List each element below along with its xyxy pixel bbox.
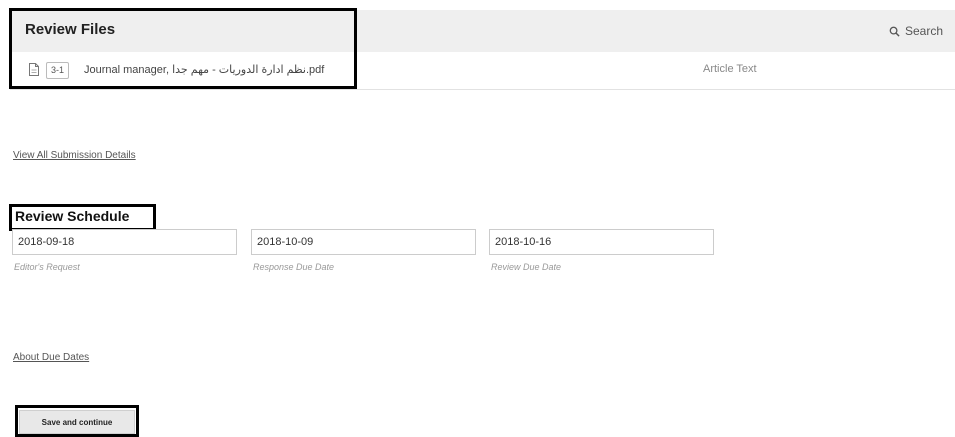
review-due-date-input[interactable] bbox=[489, 229, 714, 255]
file-id-badge: 3-1 bbox=[46, 62, 70, 79]
search-label: Search bbox=[904, 24, 943, 38]
document-icon bbox=[29, 63, 39, 76]
review-due-date-label: Review Due Date bbox=[491, 262, 562, 272]
review-files-title: Review Files bbox=[25, 21, 116, 38]
review-files-header: Review Files Search bbox=[10, 10, 955, 52]
editors-request-label: Editor's Request bbox=[14, 262, 80, 272]
response-due-date-input[interactable] bbox=[251, 229, 476, 255]
search-button[interactable]: Search bbox=[889, 24, 943, 38]
file-genre: Article Text bbox=[703, 63, 757, 75]
file-row: 3-1 Journal manager, نظم ادارة الدوريات … bbox=[10, 52, 955, 90]
review-schedule-title: Review Schedule bbox=[15, 208, 130, 224]
save-and-continue-button[interactable]: Save and continue bbox=[19, 410, 135, 434]
search-icon bbox=[889, 26, 900, 37]
view-submission-details-link[interactable]: View All Submission Details bbox=[13, 150, 136, 161]
about-due-dates-link[interactable]: About Due Dates bbox=[13, 352, 89, 363]
response-due-date-label: Response Due Date bbox=[253, 262, 335, 272]
editors-request-date-input[interactable] bbox=[12, 229, 237, 255]
file-name-link[interactable]: Journal manager, نظم ادارة الدوريات - مه… bbox=[84, 63, 324, 76]
